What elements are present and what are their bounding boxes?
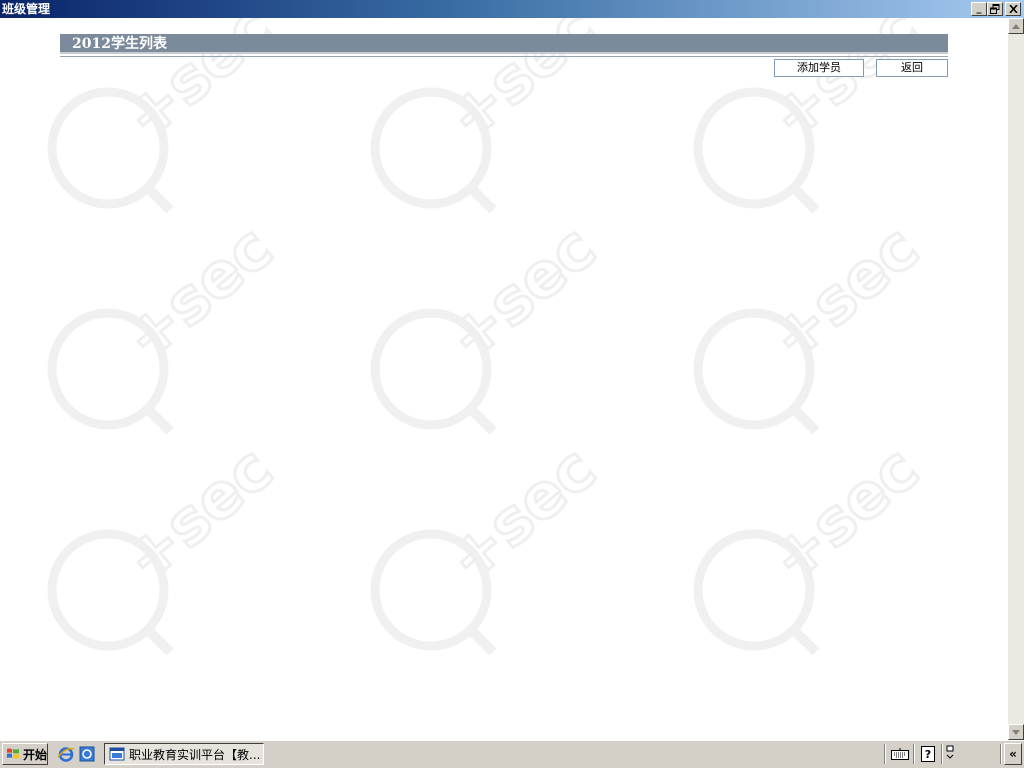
tray-separator bbox=[884, 744, 886, 764]
app-window-icon bbox=[109, 747, 125, 761]
watermark-logo bbox=[52, 211, 286, 431]
arrow-down-icon bbox=[1012, 729, 1020, 735]
ime-icon[interactable] bbox=[944, 745, 956, 763]
scroll-down-button[interactable] bbox=[1008, 724, 1024, 740]
watermark-logo bbox=[375, 432, 609, 652]
back-button[interactable]: 返回 bbox=[876, 59, 948, 77]
watermark-logo bbox=[52, 432, 286, 652]
ie-icon[interactable] bbox=[57, 745, 75, 763]
minimize-icon: _ bbox=[976, 3, 982, 14]
start-label: 开始 bbox=[23, 747, 48, 762]
window-title-bar[interactable]: 班级管理 _ bbox=[0, 0, 1024, 18]
watermark-logo bbox=[375, 211, 609, 431]
windows-logo-icon bbox=[7, 748, 19, 759]
watermark-logo bbox=[698, 432, 932, 652]
minimize-button[interactable]: _ bbox=[971, 2, 987, 16]
tray-separator bbox=[1000, 744, 1002, 764]
vertical-scrollbar[interactable] bbox=[1008, 18, 1024, 740]
start-button[interactable]: 开始 bbox=[2, 743, 48, 765]
restore-icon bbox=[990, 4, 1000, 14]
close-button[interactable] bbox=[1005, 2, 1021, 16]
watermark-logo bbox=[698, 211, 932, 431]
tray-separator bbox=[913, 744, 915, 764]
scroll-up-button[interactable] bbox=[1008, 18, 1024, 34]
task-label: 职业教育实训平台【教... bbox=[129, 747, 261, 762]
taskbar-item-training-platform[interactable]: 职业教育实训平台【教... bbox=[104, 743, 264, 765]
header-divider bbox=[60, 56, 948, 57]
window-title: 班级管理 bbox=[2, 2, 51, 16]
tray-separator bbox=[941, 744, 943, 764]
desktop-icon[interactable] bbox=[78, 745, 96, 763]
svg-text:?: ? bbox=[925, 748, 931, 761]
tray-expand-button[interactable]: « bbox=[1004, 743, 1022, 765]
panel-title: 2012学生列表 bbox=[72, 36, 167, 52]
help-icon[interactable]: ? bbox=[918, 745, 938, 763]
restore-button[interactable] bbox=[987, 2, 1003, 16]
add-student-button[interactable]: 添加学员 bbox=[774, 59, 864, 77]
arrow-up-icon bbox=[1012, 23, 1020, 29]
taskbar: 开始 职业教育实训平台【教... ? « bbox=[0, 740, 1024, 768]
close-icon bbox=[1008, 5, 1018, 13]
student-list-header: 2012学生列表 bbox=[60, 34, 948, 54]
watermark-layer: +sec bbox=[0, 18, 1008, 740]
keyboard-icon[interactable] bbox=[890, 745, 910, 763]
